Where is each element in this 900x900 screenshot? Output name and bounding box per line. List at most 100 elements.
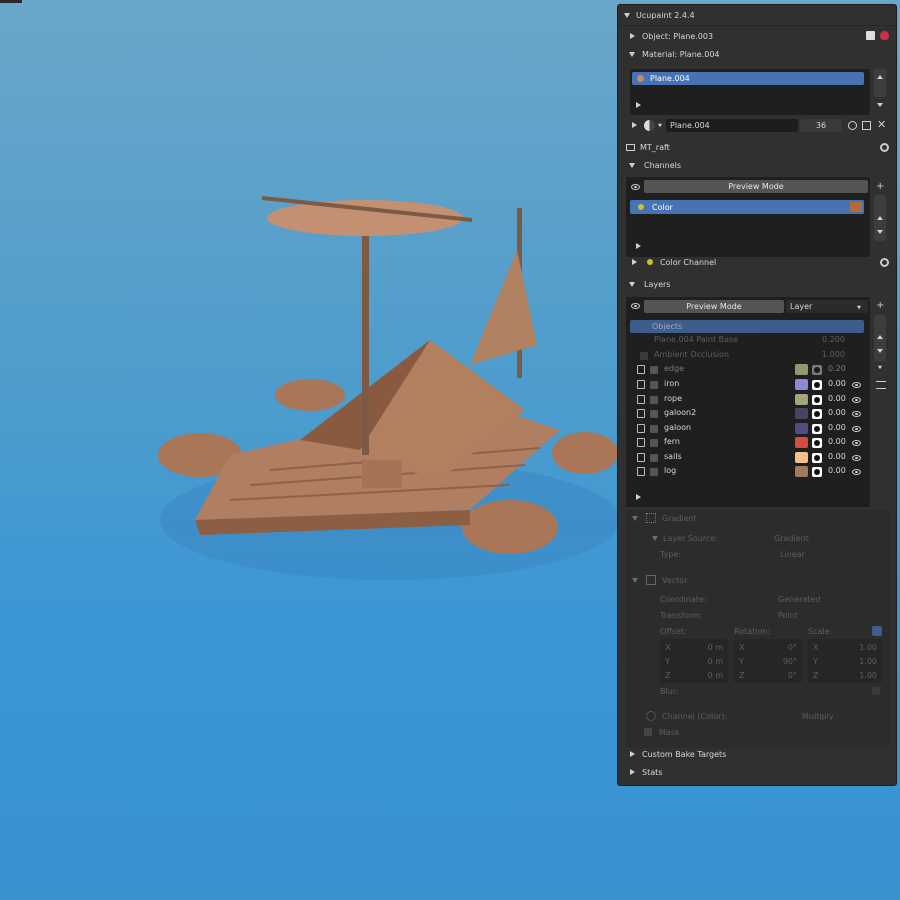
layer-row[interactable]: Plane.004 Paint Base 0.200 (632, 334, 884, 348)
material-name-field[interactable]: Plane.004 (666, 119, 798, 132)
transform-value[interactable]: Point (778, 611, 798, 620)
mask-icon[interactable] (812, 424, 822, 434)
material-users-count[interactable]: 36 (800, 119, 842, 132)
gear-icon[interactable] (880, 258, 889, 267)
eye-icon[interactable] (852, 426, 861, 432)
material-row[interactable]: Material: Plane.004 (618, 46, 896, 62)
offset-value[interactable]: 0 m (708, 671, 723, 680)
object-row[interactable]: Object: Plane.003 (618, 28, 896, 44)
channels-preview-mode-button[interactable]: Preview Mode (644, 180, 868, 193)
eye-icon[interactable] (852, 411, 861, 417)
mask-icon[interactable] (812, 453, 822, 463)
add-channel-icon[interactable]: + (876, 181, 884, 192)
stats-header[interactable]: Stats (618, 764, 896, 780)
layer-row-selected[interactable]: Objects (630, 320, 864, 333)
scale-value[interactable]: 1.00 (859, 657, 877, 666)
layer-row[interactable]: sails 0.00 (632, 451, 884, 465)
layer-color-swatch[interactable] (795, 466, 808, 477)
expand-icon (630, 751, 635, 757)
heart-icon[interactable] (880, 31, 889, 40)
rotation-value[interactable]: 90° (783, 657, 797, 666)
eye-icon[interactable] (852, 397, 861, 403)
fake-user-icon[interactable] (848, 121, 857, 130)
layer-row[interactable]: edge 0.20 (632, 363, 884, 377)
duplicate-icon[interactable] (862, 121, 871, 130)
layer-row[interactable]: galoon2 0.00 (632, 407, 884, 421)
layer-source-value[interactable]: Gradient (774, 534, 809, 543)
add-layer-icon[interactable]: + (876, 300, 884, 311)
custom-bake-targets-header[interactable]: Custom Bake Targets (618, 746, 896, 762)
layer-row[interactable]: log 0.00 (632, 465, 884, 479)
layer-value: 0.00 (828, 452, 846, 461)
layer-row[interactable]: fern 0.00 (632, 436, 884, 450)
move-up-icon[interactable] (877, 75, 883, 79)
eye-icon[interactable] (852, 469, 861, 475)
mask-icon[interactable] (812, 365, 822, 375)
blend-icon (646, 711, 656, 721)
coordinate-value[interactable]: Generated (778, 595, 820, 604)
material-list-scroll[interactable] (874, 69, 886, 97)
layer-color-swatch[interactable] (795, 452, 808, 463)
mask-icon[interactable] (812, 380, 822, 390)
color-channel-row[interactable]: Color Channel (618, 254, 896, 270)
gradient-header[interactable]: Gradient (618, 510, 896, 526)
scale-value[interactable]: 1.00 (859, 643, 877, 652)
panel-header[interactable]: Ucupaint 2.4.4 (618, 7, 896, 23)
mask-checkbox[interactable] (644, 728, 652, 736)
layer-color-swatch[interactable] (795, 423, 808, 434)
layer-color-swatch[interactable] (795, 408, 808, 419)
eye-icon[interactable] (852, 455, 861, 461)
expand-icon[interactable] (636, 102, 641, 108)
blur-checkbox[interactable] (872, 687, 880, 695)
layer-color-swatch[interactable] (795, 437, 808, 448)
rotation-value[interactable]: 0° (788, 671, 797, 680)
chevron-down-icon[interactable] (657, 123, 663, 127)
channel-color-blend[interactable]: Multiply (802, 712, 834, 721)
expand-icon[interactable] (636, 494, 641, 500)
close-icon[interactable]: ✕ (877, 118, 886, 131)
material-slot[interactable]: Plane.004 (632, 72, 864, 85)
layer-row[interactable]: Ambient Occlusion 1.000 (632, 349, 884, 363)
layer-color-swatch[interactable] (795, 394, 808, 405)
scale-fields[interactable]: X 1.00 Y 1.00 Z 1.00 (808, 639, 882, 683)
eye-icon[interactable] (852, 440, 861, 446)
channel-item-color[interactable]: Color (630, 200, 864, 214)
channel-color-swatch[interactable] (850, 202, 862, 212)
mask-icon[interactable] (812, 395, 822, 405)
vector-header[interactable]: Vector (618, 572, 896, 588)
offset-value[interactable]: 0 m (708, 657, 723, 666)
expand-icon[interactable] (636, 243, 641, 249)
image-icon[interactable] (866, 31, 875, 40)
type-value[interactable]: Linear (780, 550, 805, 559)
layer-row[interactable]: rope 0.00 (632, 393, 884, 407)
expand-icon[interactable] (632, 122, 637, 128)
gear-icon[interactable] (880, 143, 889, 152)
material-sphere-icon[interactable] (644, 119, 655, 131)
eye-icon[interactable] (852, 382, 861, 388)
move-down-icon[interactable] (877, 230, 883, 234)
mask-icon[interactable] (812, 409, 822, 419)
layers-preview-mode-button[interactable]: Preview Mode (644, 300, 784, 313)
move-down-icon[interactable] (877, 103, 883, 107)
eye-icon[interactable] (631, 303, 640, 309)
mask-icon[interactable] (812, 438, 822, 448)
layer-row[interactable]: iron 0.00 (632, 378, 884, 392)
layers-dropdown[interactable]: Layer (786, 300, 868, 313)
mask-icon[interactable] (812, 467, 822, 477)
layer-row[interactable]: galoon 0.00 (632, 422, 884, 436)
eye-icon[interactable] (631, 184, 640, 190)
offset-fields[interactable]: X 0 m Y 0 m Z 0 m (660, 639, 728, 683)
lock-icon[interactable] (872, 626, 882, 636)
checkbox-icon[interactable] (640, 352, 648, 360)
layer-color-swatch[interactable] (795, 379, 808, 390)
move-up-icon[interactable] (877, 216, 883, 220)
layers-header[interactable]: Layers (618, 276, 896, 292)
mask-row[interactable]: Mask (618, 724, 896, 740)
layer-color-swatch[interactable] (795, 364, 808, 375)
rotation-fields[interactable]: X 0° Y 90° Z 0° (734, 639, 802, 683)
scale-value[interactable]: 1.00 (859, 671, 877, 680)
rotation-value[interactable]: 0° (788, 643, 797, 652)
vector-header-label: Vector (662, 575, 688, 585)
channels-header[interactable]: Channels (618, 157, 896, 173)
offset-value[interactable]: 0 m (708, 643, 723, 652)
